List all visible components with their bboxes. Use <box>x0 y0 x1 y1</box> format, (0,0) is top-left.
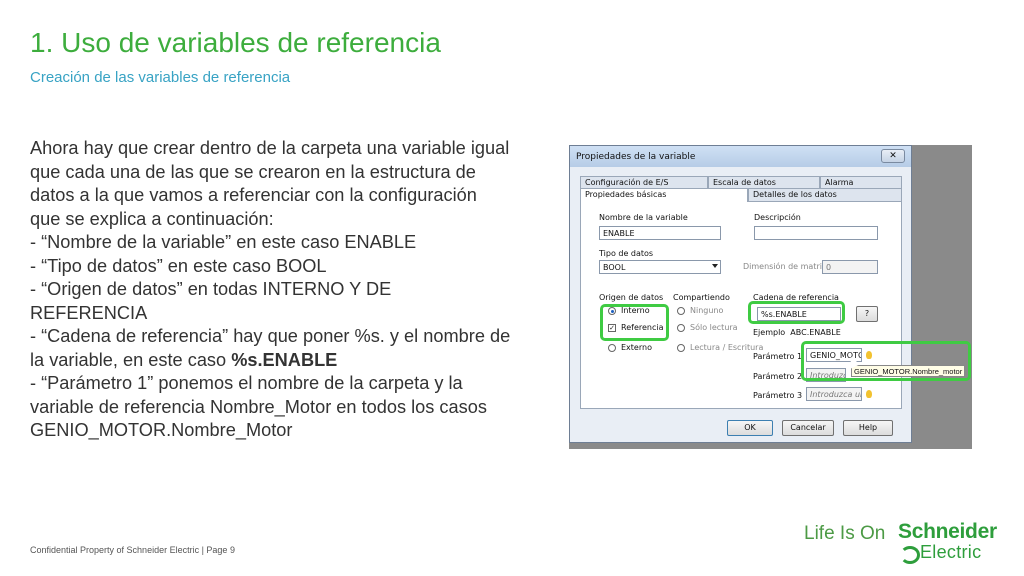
body-text: Ahora hay que crear dentro de la carpeta… <box>30 137 560 443</box>
tab-data-details[interactable]: Detalles de los datos <box>748 188 902 201</box>
body-line: que se explica a continuación: <box>30 208 274 229</box>
example-label: Ejemplo ABC.ENABLE <box>753 328 841 337</box>
logo-wordmark-top: Schneider <box>898 520 997 543</box>
variable-name-label: Nombre de la variable <box>599 213 688 222</box>
body-line: que cada una de las que se crearon en la… <box>30 161 476 182</box>
sharing-read-radio[interactable] <box>677 324 685 332</box>
sharing-rw-label: Lectura / Escritura <box>690 343 764 352</box>
highlight-parameter1 <box>801 341 971 381</box>
array-dimension-input[interactable]: 0 <box>822 260 878 274</box>
lightbulb-icon[interactable] <box>866 390 872 398</box>
data-type-select[interactable]: BOOL <box>599 260 721 274</box>
body-line: - “Cadena de referencia” hay que poner %… <box>30 326 511 346</box>
logo-wordmark-bottom: Electric <box>898 543 1004 564</box>
origin-external-radio[interactable] <box>608 344 616 352</box>
dialog-title: Propiedades de la variable <box>576 152 696 162</box>
close-icon[interactable]: ✕ <box>881 149 905 163</box>
schneider-logo: Schneider Electric <box>898 520 1004 564</box>
body-line: Ahora hay que crear dentro de la carpeta… <box>30 138 510 158</box>
ok-button[interactable]: OK <box>727 420 773 436</box>
highlight-reference-chain <box>748 301 845 324</box>
parameter3-input[interactable]: Introduzca una <box>806 387 862 401</box>
sharing-none-radio[interactable] <box>677 307 685 315</box>
sharing-label: Compartiendo <box>673 293 730 302</box>
sharing-rw-radio[interactable] <box>677 344 685 352</box>
variable-properties-dialog: Propiedades de la variable ✕ Configuraci… <box>569 145 912 443</box>
body-line-bold: %s.ENABLE <box>231 349 338 370</box>
tab-row-bottom: Propiedades básicas Detalles de los dato… <box>580 188 902 202</box>
dialog-titlebar: Propiedades de la variable ✕ <box>570 146 911 167</box>
parameter3-label: Parámetro 3 <box>753 391 803 400</box>
footer-text: Confidential Property of Schneider Elect… <box>30 545 235 555</box>
body-line: - “Nombre de la variable” en este caso E… <box>30 232 417 252</box>
origin-external-label: Externo <box>621 343 652 352</box>
data-type-value: BOOL <box>603 263 626 272</box>
reference-help-button[interactable]: ? <box>856 306 878 322</box>
slide-title: 1. Uso de variables de referencia <box>30 27 441 58</box>
help-button[interactable]: Help <box>843 420 893 436</box>
body-line: variable de referencia Nombre_Motor en t… <box>30 396 487 417</box>
data-type-label: Tipo de datos <box>599 249 654 258</box>
parameter2-label: Parámetro 2 <box>753 372 803 381</box>
slide-subtitle: Creación de las variables de referencia <box>30 69 291 86</box>
description-label: Descripción <box>754 213 801 222</box>
parameter1-label: Parámetro 1 <box>753 352 803 361</box>
body-line: datos a la que vamos a referenciar con l… <box>30 185 477 205</box>
body-line: - “Tipo de datos” en este caso BOOL <box>30 255 327 276</box>
variable-name-input[interactable]: ENABLE <box>599 226 721 240</box>
cancel-button[interactable]: Cancelar <box>782 420 834 436</box>
body-line: - “Parámetro 1” ponemos el nombre de la … <box>30 373 463 393</box>
sharing-read-label: Sólo lectura <box>690 323 738 332</box>
body-line: GENIO_MOTOR.Nombre_Motor <box>30 420 293 440</box>
highlight-origin <box>600 304 669 341</box>
description-input[interactable] <box>754 226 878 240</box>
data-origin-label: Origen de datos <box>599 293 664 302</box>
body-line-text: la variable, en este caso <box>30 349 232 370</box>
chevron-down-icon <box>712 264 718 268</box>
dialog-screenshot: Propiedades de la variable ✕ Configuraci… <box>569 145 972 449</box>
tagline: Life Is On <box>804 523 886 544</box>
body-line: - “Origen de datos” en todas INTERNO Y D… <box>30 279 392 299</box>
body-line: REFERENCIA <box>30 302 148 323</box>
body-line: la variable, en este caso %s.ENABLE <box>30 349 560 373</box>
sharing-none-label: Ninguno <box>690 306 724 315</box>
array-dimension-label: Dimensión de matriz <box>743 262 827 271</box>
tab-basic-properties[interactable]: Propiedades básicas <box>580 188 748 202</box>
